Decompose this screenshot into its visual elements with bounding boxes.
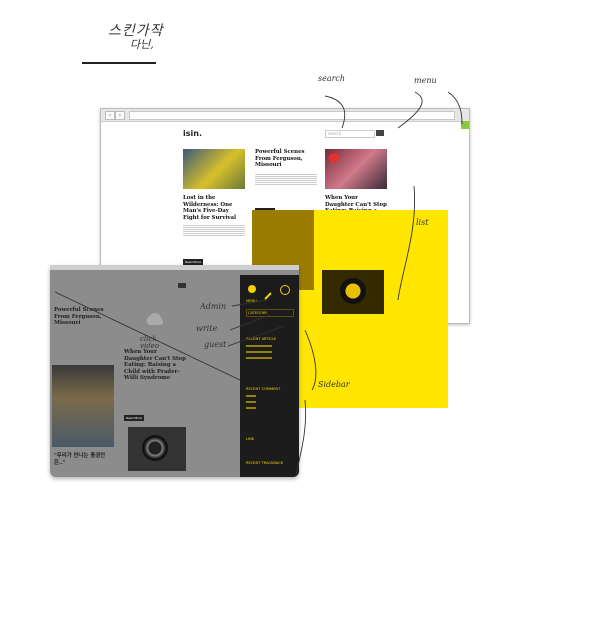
annotation-sidebar: Sidebar	[318, 380, 350, 389]
annotation-click-video: click video	[140, 335, 160, 350]
annotation-list: list	[416, 218, 429, 227]
annotation-search: search	[318, 74, 346, 83]
annotation-arrows	[54, 91, 463, 476]
annotation-admin: Admin	[200, 302, 227, 311]
annotation-menu: menu	[414, 76, 437, 85]
annotation-write: write	[196, 324, 218, 333]
annotation-guest: guest	[204, 340, 227, 349]
